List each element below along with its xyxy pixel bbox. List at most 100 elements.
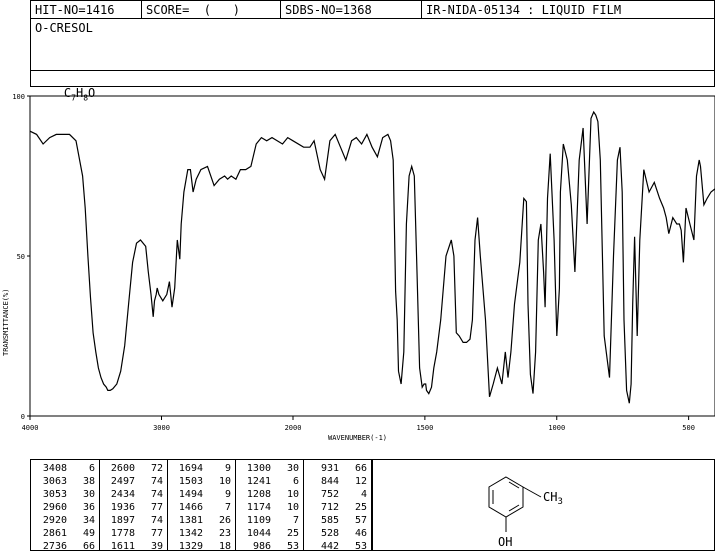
x-tick-label: 1500 bbox=[416, 424, 433, 432]
peak-wavenumber: 1381 bbox=[178, 515, 203, 526]
peak-row: 2920 34 bbox=[31, 514, 99, 527]
peak-wavenumber: 1778 bbox=[110, 528, 135, 539]
peak-transmittance: 9 bbox=[224, 489, 231, 500]
peak-wavenumber: 2861 bbox=[42, 528, 67, 539]
peak-row: 2861 49 bbox=[31, 527, 99, 540]
y-tick-label: 0 bbox=[21, 413, 25, 421]
peak-wavenumber: 2600 bbox=[110, 463, 135, 474]
peak-wavenumber: 1936 bbox=[110, 502, 135, 513]
peak-wavenumber: 3053 bbox=[42, 489, 67, 500]
peak-row: 2960 36 bbox=[31, 501, 99, 514]
peak-transmittance: 26 bbox=[218, 515, 231, 526]
peak-transmittance: 18 bbox=[218, 541, 231, 552]
peak-transmittance: 6 bbox=[292, 476, 299, 487]
peak-wavenumber: 442 bbox=[320, 541, 339, 552]
structure-box: CH3 OH bbox=[372, 459, 715, 551]
peak-transmittance: 7 bbox=[292, 515, 299, 526]
peak-row: 2434 74 bbox=[99, 488, 167, 501]
peak-transmittance: 12 bbox=[354, 476, 367, 487]
peak-row: 1109 7 bbox=[235, 514, 303, 527]
peak-transmittance: 4 bbox=[360, 489, 367, 500]
x-tick-label: 4000 bbox=[22, 424, 39, 432]
peak-transmittance: 66 bbox=[82, 541, 95, 552]
header-bar: HIT-NO=1416 SCORE= ( ) SDBS-NO=1368 IR-N… bbox=[30, 0, 715, 19]
peak-row: 931 66 bbox=[303, 462, 372, 475]
peak-row: 1897 74 bbox=[99, 514, 167, 527]
peak-wavenumber: 2960 bbox=[42, 502, 67, 513]
peak-wavenumber: 1208 bbox=[246, 489, 271, 500]
methyl-label: CH3 bbox=[543, 490, 563, 507]
y-tick-label: 100 bbox=[12, 93, 25, 101]
formula-divider bbox=[31, 70, 714, 71]
peak-transmittance: 74 bbox=[150, 476, 163, 487]
peak-transmittance: 10 bbox=[286, 489, 299, 500]
structure-drawing: CH3 OH bbox=[488, 476, 563, 549]
peak-row: 2497 74 bbox=[99, 475, 167, 488]
peak-column: 1694 9 1503 10 1494 9 1466 7 1381 26 1342 23 1329 18 bbox=[167, 460, 236, 553]
methyl-bond bbox=[522, 486, 542, 498]
peak-row: 1208 10 bbox=[235, 488, 303, 501]
peak-row: 1174 10 bbox=[235, 501, 303, 514]
peak-row: 1611 39 bbox=[99, 540, 167, 553]
peak-row: 1503 10 bbox=[167, 475, 235, 488]
x-tick-label: 2000 bbox=[285, 424, 302, 432]
peak-wavenumber: 1694 bbox=[178, 463, 203, 474]
peak-column: 931 66 844 12 752 4 712 25 585 57 528 46 442 53 bbox=[303, 460, 372, 553]
peak-column: 2600 72 2497 74 2434 74 1936 77 1897 74 1778 77 1611… bbox=[99, 460, 168, 553]
peak-transmittance: 30 bbox=[286, 463, 299, 474]
x-tick-label: 1000 bbox=[548, 424, 565, 432]
peak-wavenumber: 1494 bbox=[178, 489, 203, 500]
peak-column: 3408 6 3063 38 3053 30 2960 36 2920 34 2861 49 2736 6… bbox=[31, 460, 100, 553]
peak-row: 1044 25 bbox=[235, 527, 303, 540]
peak-wavenumber: 3408 bbox=[42, 463, 67, 474]
hydroxyl-label: OH bbox=[498, 535, 512, 549]
peak-row: 1694 9 bbox=[167, 462, 235, 475]
peak-wavenumber: 1466 bbox=[178, 502, 203, 513]
peak-wavenumber: 1174 bbox=[246, 502, 271, 513]
peak-wavenumber: 752 bbox=[320, 489, 339, 500]
peak-row: 844 12 bbox=[303, 475, 372, 488]
peak-transmittance: 72 bbox=[150, 463, 163, 474]
peak-wavenumber: 2920 bbox=[42, 515, 67, 526]
peak-wavenumber: 712 bbox=[320, 502, 339, 513]
peak-transmittance: 74 bbox=[150, 515, 163, 526]
measurement-source: IR-NIDA-05134 : LIQUID FILM bbox=[426, 3, 622, 17]
peak-transmittance: 36 bbox=[82, 502, 95, 513]
peak-wavenumber: 1611 bbox=[110, 541, 135, 552]
peak-transmittance: 6 bbox=[88, 463, 95, 474]
y-axis: 100 50 0 bbox=[12, 93, 30, 421]
peak-wavenumber: 986 bbox=[252, 541, 271, 552]
peak-row: 1778 77 bbox=[99, 527, 167, 540]
peak-row: 1494 9 bbox=[167, 488, 235, 501]
peak-transmittance: 38 bbox=[82, 476, 95, 487]
peak-row: 752 4 bbox=[303, 488, 372, 501]
peak-row: 1466 7 bbox=[167, 501, 235, 514]
peak-transmittance: 7 bbox=[224, 502, 231, 513]
compound-box: O-CRESOL C7H8O bbox=[30, 18, 715, 102]
peak-wavenumber: 585 bbox=[320, 515, 339, 526]
peak-transmittance: 34 bbox=[82, 515, 95, 526]
sdbs-number: SDBS-NO=1368 bbox=[285, 3, 372, 17]
peak-transmittance: 10 bbox=[286, 502, 299, 513]
peak-row: 442 53 bbox=[303, 540, 372, 553]
peak-row: 2736 66 bbox=[31, 540, 99, 553]
peak-wavenumber: 2497 bbox=[110, 476, 135, 487]
peak-transmittance: 30 bbox=[82, 489, 95, 500]
peak-table: 3408 6 3063 38 3053 30 2960 36 2920 34 2861 49 2736 6… bbox=[30, 459, 372, 553]
x-tick-label: 500 bbox=[682, 424, 695, 432]
peak-transmittance: 66 bbox=[354, 463, 367, 474]
peak-wavenumber: 1329 bbox=[178, 541, 203, 552]
peak-row: 1241 6 bbox=[235, 475, 303, 488]
peak-transmittance: 53 bbox=[354, 541, 367, 552]
peak-transmittance: 10 bbox=[218, 476, 231, 487]
x-axis: 4000 3000 2000 1500 1000 500 bbox=[22, 416, 695, 432]
peak-wavenumber: 1044 bbox=[246, 528, 271, 539]
compound-name: O-CRESOL bbox=[35, 21, 93, 35]
peak-row: 3408 6 bbox=[31, 462, 99, 475]
peak-wavenumber: 844 bbox=[320, 476, 339, 487]
peak-transmittance: 77 bbox=[150, 528, 163, 539]
peak-row: 712 25 bbox=[303, 501, 372, 514]
peak-row: 585 57 bbox=[303, 514, 372, 527]
hit-number: HIT-NO=1416 bbox=[35, 3, 115, 17]
peak-row: 1329 18 bbox=[167, 540, 235, 553]
